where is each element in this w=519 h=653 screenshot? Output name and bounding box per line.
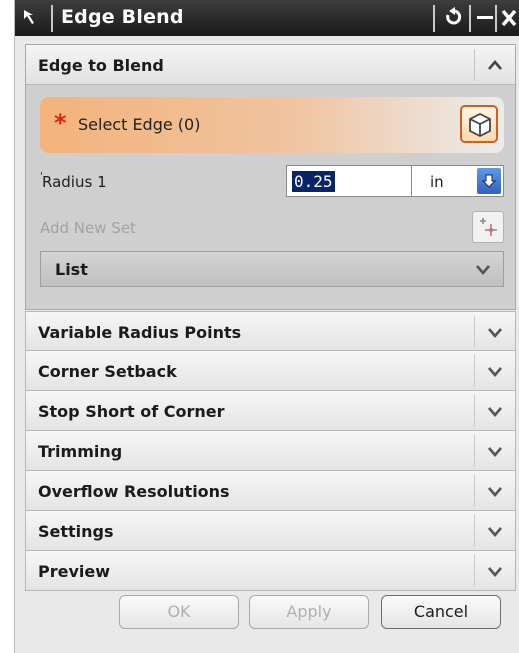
section-settings[interactable]: Settings [25, 511, 516, 551]
header-divider [474, 316, 475, 347]
list-title: List [55, 260, 88, 279]
header-divider [474, 395, 475, 426]
chevron-down-icon[interactable] [487, 566, 503, 578]
section-title: Settings [38, 522, 114, 541]
chevron-down-icon[interactable] [487, 366, 503, 378]
section-title: Variable Radius Points [38, 323, 242, 342]
title-separator [433, 5, 435, 32]
header-divider [474, 435, 475, 466]
chevron-up-icon[interactable] [487, 59, 503, 71]
section-stop-short-of-corner[interactable]: Stop Short of Corner [25, 391, 516, 431]
close-icon[interactable] [496, 3, 519, 33]
reset-icon[interactable] [439, 3, 467, 33]
unit-dropdown-button[interactable] [477, 168, 501, 194]
header-divider [474, 475, 475, 506]
cancel-button[interactable]: Cancel [381, 595, 501, 629]
select-edge-row[interactable]: * Select Edge (0) [40, 97, 504, 153]
chevron-down-icon[interactable] [487, 327, 503, 339]
select-cursor-icon [24, 10, 34, 24]
header-divider [474, 555, 475, 586]
header-divider [474, 355, 475, 386]
edge-to-blend-header[interactable]: Edge to Blend [26, 45, 515, 85]
section-title: Trimming [38, 442, 123, 461]
section-title: Preview [38, 562, 111, 581]
chevron-down-icon[interactable] [475, 264, 491, 276]
section-title: Overflow Resolutions [38, 482, 230, 501]
add-new-set-button[interactable] [472, 211, 504, 243]
unit-value: in [430, 173, 444, 191]
section-overflow-resolutions[interactable]: Overflow Resolutions [25, 471, 516, 511]
section-title: Stop Short of Corner [38, 402, 225, 421]
radius-value: 0.25 [292, 171, 335, 192]
section-trimming[interactable]: Trimming [25, 431, 516, 471]
chevron-down-icon[interactable] [487, 446, 503, 458]
edge-blend-dialog: Edge Blend Edge to Blend * Select Edge (… [14, 0, 519, 653]
header-divider [474, 49, 475, 81]
ok-button[interactable]: OK [119, 595, 239, 629]
dialog-title: Edge Blend [61, 6, 184, 28]
section-variable-radius-points[interactable]: Variable Radius Points [25, 311, 516, 351]
collapsed-sections: Variable Radius Points Corner Setback St… [25, 311, 516, 591]
required-marker: * [54, 109, 67, 137]
apply-button[interactable]: Apply [249, 595, 369, 629]
radius-input[interactable]: 0.25 [286, 165, 412, 197]
dropdown-arrow-icon [481, 174, 497, 188]
section-corner-setback[interactable]: Corner Setback [25, 351, 516, 391]
title-separator [51, 5, 53, 32]
section-preview[interactable]: Preview [25, 551, 516, 591]
header-divider [474, 515, 475, 546]
edge-to-blend-section: Edge to Blend * Select Edge (0) ' Radius… [25, 44, 516, 310]
edge-to-blend-title: Edge to Blend [38, 56, 164, 75]
chevron-down-icon[interactable] [487, 406, 503, 418]
chevron-down-icon[interactable] [487, 526, 503, 538]
unit-select[interactable]: in [412, 165, 504, 197]
add-new-set-label: Add New Set [40, 219, 136, 237]
radius-label: Radius 1 [42, 173, 107, 191]
title-bar[interactable]: Edge Blend [15, 0, 519, 36]
select-edge-label: Select Edge (0) [78, 115, 201, 134]
add-set-icon [480, 218, 497, 236]
chevron-down-icon[interactable] [487, 486, 503, 498]
list-header[interactable]: List [40, 251, 504, 287]
section-title: Corner Setback [38, 362, 177, 381]
select-edge-button[interactable] [460, 105, 498, 143]
cube-select-icon [469, 112, 491, 138]
